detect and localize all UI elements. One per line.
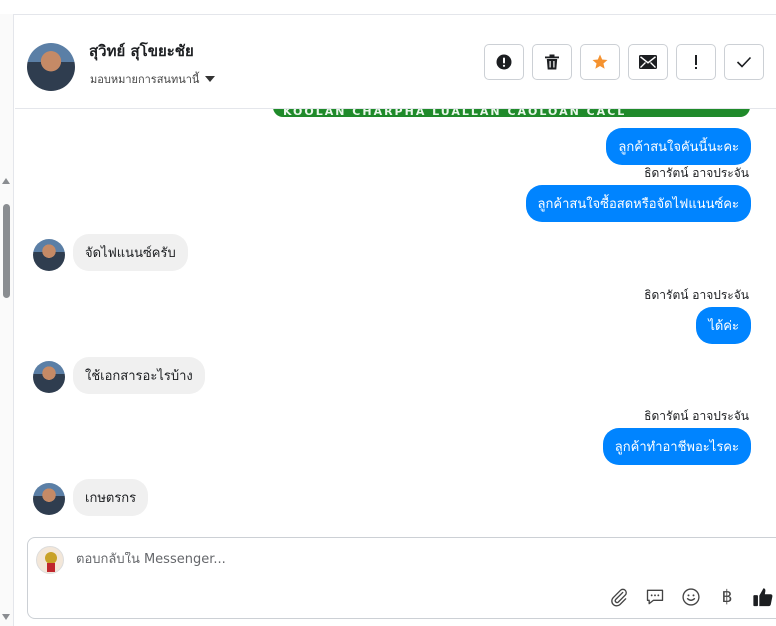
inbox-conversation-view: สุวิทย์ สุโขยะชัย มอบหมายการสนทนานี้ KOO… — [0, 0, 776, 626]
message-bubble-outgoing[interactable]: ลูกค้าสนใจซื้อสดหรือจัดไฟแนนซ์คะ — [525, 185, 751, 222]
contact-avatar[interactable] — [27, 43, 75, 91]
contact-avatar-small[interactable] — [33, 361, 65, 393]
attach-file-button[interactable] — [608, 586, 630, 608]
conversation-list-scrollbar[interactable] — [0, 14, 14, 626]
star-button[interactable] — [580, 44, 620, 80]
page-avatar — [36, 546, 64, 574]
header-actions — [484, 44, 764, 80]
conversation-header: สุวิทย์ สุโขยะชัย มอบหมายการสนทนานี้ — [15, 15, 776, 109]
check-icon — [736, 56, 752, 68]
mark-done-button[interactable] — [724, 44, 764, 80]
saved-replies-button[interactable] — [644, 586, 666, 608]
delete-button[interactable] — [532, 44, 572, 80]
chat-bubble-icon — [646, 589, 664, 605]
scroll-up-arrow-icon[interactable] — [2, 178, 10, 184]
smiley-icon — [682, 588, 700, 606]
baht-icon: ฿ — [721, 587, 733, 607]
message-bubble-incoming[interactable]: เกษตรกร — [73, 479, 149, 516]
scrollbar-thumb[interactable] — [3, 204, 10, 298]
contact-name[interactable]: สุวิทย์ สุโขยะชัย — [89, 39, 194, 63]
trash-icon — [545, 54, 559, 70]
ribbon-logo-icon — [47, 563, 55, 572]
contact-avatar-small[interactable] — [33, 239, 65, 271]
vehicle-card-image[interactable]: KOOLAN CHARPHA LUALLAN CAOLOAN CACL — [273, 109, 750, 117]
message-bubble-incoming[interactable]: ใช้เอกสารอะไรบ้าง — [73, 357, 205, 394]
like-button[interactable] — [752, 586, 774, 608]
star-icon — [592, 54, 608, 69]
message-bubble-outgoing[interactable]: ลูกค้าทำอาชีพอะไรคะ — [602, 428, 751, 465]
sender-name: ธิดารัตน์ อาจประจัน — [644, 409, 749, 423]
report-spam-button[interactable] — [484, 44, 524, 80]
envelope-icon — [639, 55, 657, 69]
composer-toolbar: ฿ — [608, 586, 774, 608]
exclamation-circle-icon — [496, 54, 512, 70]
message-bubble-incoming[interactable]: จัดไฟแนนซ์ครับ — [73, 234, 188, 271]
emoji-button[interactable] — [680, 586, 702, 608]
assign-conversation-dropdown[interactable]: มอบหมายการสนทนานี้ — [90, 70, 216, 88]
scroll-down-arrow-icon[interactable] — [2, 614, 10, 620]
reply-input[interactable] — [76, 552, 576, 567]
follow-up-button[interactable] — [676, 44, 716, 80]
message-thread[interactable]: KOOLAN CHARPHA LUALLAN CAOLOAN CACL ลูกค… — [15, 109, 776, 534]
payment-button[interactable]: ฿ — [716, 586, 738, 608]
thumbs-up-icon — [753, 588, 773, 607]
caret-down-icon — [205, 76, 216, 82]
reply-composer: ฿ — [27, 537, 776, 619]
exclamation-icon — [695, 55, 697, 69]
message-bubble-outgoing[interactable]: ได้ค่ะ — [696, 307, 751, 344]
message-bubble-outgoing[interactable]: ลูกค้าสนใจคันนี้นะคะ — [606, 128, 751, 165]
sender-name: ธิดารัตน์ อาจประจัน — [644, 288, 749, 302]
assign-label: มอบหมายการสนทนานี้ — [90, 73, 200, 86]
mark-unread-button[interactable] — [628, 44, 668, 80]
vehicle-card-text: KOOLAN CHARPHA LUALLAN CAOLOAN CACL — [283, 109, 627, 117]
paperclip-icon — [611, 588, 627, 607]
sender-name: ธิดารัตน์ อาจประจัน — [644, 166, 749, 180]
contact-avatar-small[interactable] — [33, 483, 65, 515]
